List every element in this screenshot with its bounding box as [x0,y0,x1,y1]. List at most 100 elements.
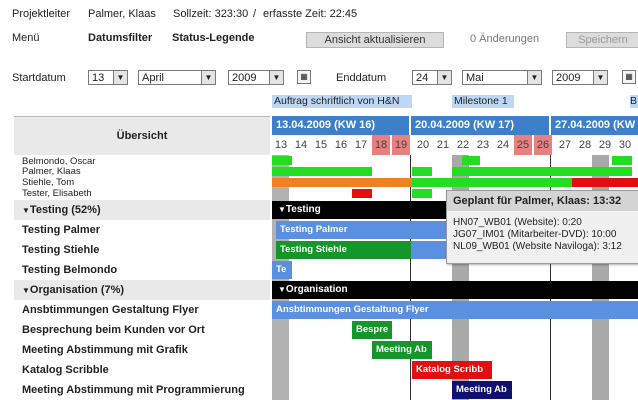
separator: / [253,8,257,20]
erfasste-zeit-text: erfasste Zeit: 22:45 [263,8,358,20]
task-bar[interactable]: Testing Palmer [276,221,446,239]
load-cell [612,156,632,165]
load-cell [412,178,572,187]
load-cell [412,167,432,176]
task-row[interactable]: Katalog Scribble [14,360,270,380]
tooltip-line: JG07_IM01 (Mitarbeiter-DVD): 10:00 [453,229,617,240]
task-row[interactable]: Testing Belmondo [14,260,270,280]
tooltip-line: HN07_WB01 (Website): 0:20 [453,217,582,228]
day-cell: 23 [476,139,490,151]
start-day-value: 13 [92,72,105,84]
task-bar[interactable]: Ansbtimmungen Gestaltung Flyer [272,301,638,319]
menu-label: Menü [12,32,40,44]
start-calendar-icon[interactable]: ▦ [297,70,311,84]
caret-down-icon: ▼ [278,205,286,214]
chevron-down-icon: ▼ [593,71,607,84]
tooltip: Geplant für Palmer, Klaas: 13:32 HN07_WB… [446,190,638,264]
day-cell: 24 [496,139,510,151]
end-month-select[interactable]: Mai ▼ [462,70,542,85]
task-row[interactable]: Ansbtimmungen Gestaltung Flyer [14,300,270,320]
day-cell: 18 [372,135,390,155]
sollzeit-text: Sollzeit: 323:30 [173,8,249,20]
task-bar[interactable]: Te [272,261,292,279]
projektleiter-value: Palmer, Klaas [88,8,156,20]
day-cell: 13 [274,139,288,151]
load-cell [412,189,432,198]
load-cell [452,167,632,176]
day-cell: 28 [578,139,592,151]
day-cell: 17 [354,139,368,151]
enddatum-label: Enddatum [336,72,387,84]
task-row[interactable]: Testing Stiehle [14,240,270,260]
save-button[interactable]: Speichern [566,32,638,48]
start-day-select[interactable]: 13 ▼ [88,70,128,85]
load-cell [352,189,372,198]
load-cell [272,156,292,165]
changes-counter: 0 Änderungen [470,33,540,45]
task-row[interactable]: Meeting Abstimmung mit Grafik [14,340,270,360]
caret-down-icon: ▼ [278,285,286,294]
refresh-view-button[interactable]: Ansicht aktualisieren [306,32,444,48]
person-row: Tester, Elisabeth [22,188,92,199]
task-row[interactable]: Besprechung beim Kunden vor Ort [14,320,270,340]
task-row[interactable]: Meeting Abstimmung mit Programmierung [14,380,270,400]
day-cell: 14 [294,139,308,151]
person-row: Stiehle, Tom [22,177,75,188]
end-year-select[interactable]: 2009 ▼ [552,70,608,85]
projektleiter-label: Projektleiter [12,8,71,20]
task-bar[interactable]: Meeting Ab [372,341,432,359]
end-month-value: Mai [466,72,484,84]
chevron-down-icon: ▼ [269,71,283,84]
day-cell: 21 [436,139,450,151]
day-cell: 22 [456,139,470,151]
week-header-18: 27.04.2009 (KW [551,116,638,135]
day-cell: 19 [392,135,410,155]
milestone-1[interactable]: Milestone 1 [452,95,514,108]
chevron-down-icon: ▼ [113,71,127,84]
day-cell: 20 [416,139,430,151]
chevron-down-icon: ▼ [527,71,541,84]
group-organisation-bar[interactable]: ▼Organisation [272,281,638,299]
milestone-auftrag[interactable]: Auftrag schriftlich von H&N [272,95,412,108]
task-bar[interactable]: Testing Stiehle [276,241,411,259]
task-row[interactable]: Testing Palmer [14,220,270,240]
day-cell: 16 [334,139,348,151]
caret-down-icon[interactable]: ▼ [22,286,30,295]
load-cell [462,156,480,165]
end-day-value: 24 [416,72,429,84]
day-cell: 25 [514,135,532,155]
start-month-select[interactable]: April ▼ [138,70,216,85]
end-calendar-icon[interactable]: ▦ [622,70,636,84]
start-year-value: 2009 [232,72,257,84]
milestone-next[interactable]: B [630,95,638,108]
task-bar[interactable]: Meeting Ab [452,381,512,399]
tooltip-title: Geplant für Palmer, Klaas: 13:32 [447,191,638,211]
caret-down-icon[interactable]: ▼ [22,206,30,215]
day-cell: 26 [534,135,552,155]
task-bar[interactable] [411,241,446,259]
overview-header: Übersicht [14,116,270,155]
group-organisation[interactable]: ▼Organisation (7%) [14,280,270,300]
task-bar[interactable]: Katalog Scribb [412,361,492,379]
start-year-select[interactable]: 2009 ▼ [228,70,284,85]
tooltip-line: NL09_WB01 (Website Naviloga): 3:12 [453,241,622,252]
end-day-select[interactable]: 24 ▼ [412,70,452,85]
day-cell: 29 [598,139,612,151]
group-testing-label: Testing (52%) [29,204,101,216]
load-cell [572,178,638,187]
status-legende-link[interactable]: Status-Legende [172,32,255,44]
day-cell: 15 [314,139,328,151]
group-testing-bar-label: Testing [285,204,321,215]
group-testing[interactable]: ▼Testing (52%) [14,200,270,220]
chevron-down-icon: ▼ [201,71,215,84]
chevron-down-icon: ▼ [437,71,451,84]
load-cell [272,178,412,187]
week-header-17: 20.04.2009 (KW 17) [411,116,549,135]
person-row: Belmondo, Oscar [22,156,96,167]
person-row: Palmer, Klaas [22,166,81,177]
day-cell: 30 [618,139,632,151]
start-month-value: April [142,72,165,84]
week-header-16: 13.04.2009 (KW 16) [272,116,409,135]
datumsfilter-link[interactable]: Datumsfilter [88,32,152,44]
task-bar[interactable]: Bespre [352,321,392,339]
